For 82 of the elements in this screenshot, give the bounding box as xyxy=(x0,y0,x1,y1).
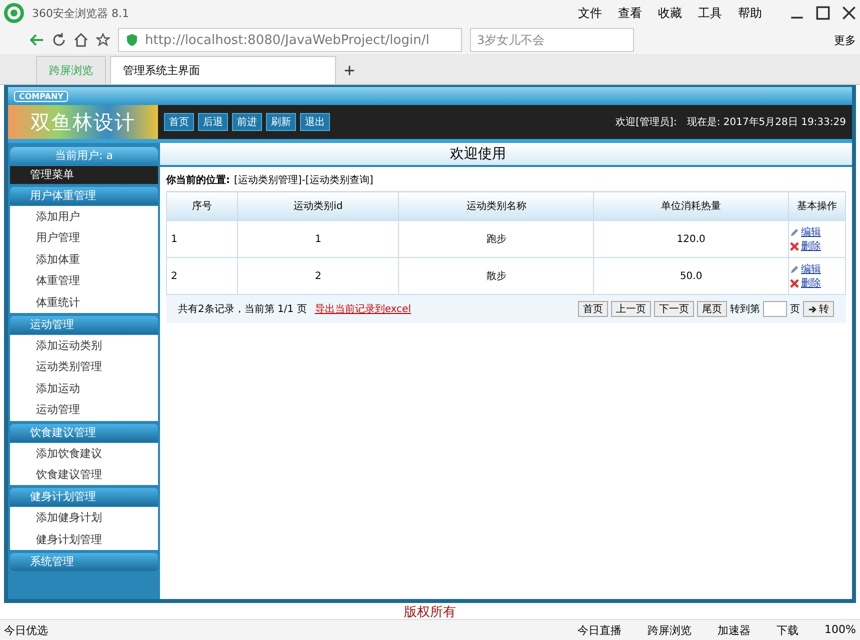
menu-item[interactable]: 添加用户 xyxy=(10,206,158,228)
search-field[interactable]: 3岁女儿不会 xyxy=(470,28,634,52)
location-path: [运动类别管理]-[运动类别查询] xyxy=(234,174,374,187)
location-label: 你当前的位置: xyxy=(166,174,230,187)
column-header: 基本操作 xyxy=(788,192,846,220)
nav-button[interactable]: 刷新 xyxy=(266,113,296,131)
menu-item[interactable]: 用户管理 xyxy=(10,227,158,249)
menu-item[interactable]: 运动类别管理 xyxy=(10,356,158,378)
cross-icon xyxy=(790,278,799,288)
company-label: COMPANY xyxy=(14,90,68,102)
nav-button[interactable]: 退出 xyxy=(300,113,330,131)
status-item[interactable]: 今日直播 xyxy=(578,622,622,638)
nav-button[interactable]: 后退 xyxy=(198,113,228,131)
date-time: 现在是: 2017年5月28日 19:33:29 xyxy=(686,116,846,129)
arrow-icon xyxy=(808,304,817,314)
menu-item[interactable]: 添加体重 xyxy=(10,248,158,270)
page-input[interactable] xyxy=(763,301,787,317)
pencil-icon xyxy=(790,264,799,274)
reload-icon[interactable] xyxy=(52,33,66,47)
table-cell: 120.0 xyxy=(594,220,788,258)
pager-button[interactable]: 首页 xyxy=(578,301,608,317)
welcome-banner: 欢迎使用 xyxy=(160,143,852,167)
home-icon[interactable] xyxy=(74,33,88,47)
new-tab-icon[interactable] xyxy=(344,65,355,76)
current-user-bar: 当前用户: a xyxy=(10,147,158,165)
column-header: 运动类别id xyxy=(238,192,399,220)
column-header: 单位消耗热量 xyxy=(594,192,788,220)
site-logo: 双鱼林设计 xyxy=(8,105,158,139)
zoom-level[interactable]: 100% xyxy=(824,622,856,638)
nav-button[interactable]: 前进 xyxy=(232,113,262,131)
menu-item[interactable]: 查看 xyxy=(618,4,642,22)
menu-item[interactable]: 添加运动 xyxy=(10,378,158,400)
menu-item[interactable]: 运动管理 xyxy=(10,399,158,421)
pager-button[interactable]: 下一页 xyxy=(654,301,694,317)
column-header: 序号 xyxy=(166,192,238,220)
table-cell: 跑步 xyxy=(398,220,594,258)
menu-item[interactable]: 饮食建议管理 xyxy=(10,464,158,486)
record-summary: 共有2条记录，当前第 1/1 页 xyxy=(178,302,307,316)
copyright-text: 版权所有 xyxy=(403,604,457,619)
menu-item[interactable]: 添加运动类别 xyxy=(10,334,158,356)
maximize-icon[interactable] xyxy=(816,6,830,20)
status-text[interactable]: 今日优选 xyxy=(4,622,48,638)
browser-tab[interactable]: 管理系统主界面 xyxy=(110,56,336,84)
menu-item[interactable]: 添加健身计划 xyxy=(10,507,158,529)
pager-button[interactable]: 尾页 xyxy=(697,301,727,317)
menu-group-header[interactable]: 运动管理 xyxy=(10,316,158,334)
browser-logo-icon xyxy=(4,3,24,23)
status-item[interactable]: 下载 xyxy=(776,622,799,638)
close-icon[interactable] xyxy=(842,6,856,20)
menu-title: 管理菜单 xyxy=(10,166,158,184)
cross-icon xyxy=(790,242,799,250)
table-cell: 1 xyxy=(238,220,399,258)
menu-item[interactable]: 文件 xyxy=(578,4,602,22)
menu-item[interactable]: 体重管理 xyxy=(10,270,158,292)
browser-title: 360安全浏览器 8.1 xyxy=(32,6,129,20)
goto-label: 转到第 xyxy=(730,303,760,316)
menu-item[interactable]: 收藏 xyxy=(658,4,682,22)
menu-item[interactable]: 添加饮食建议 xyxy=(10,442,158,464)
nav-button[interactable]: 首页 xyxy=(164,113,194,131)
address-field[interactable]: http://localhost:8080/JavaWebProject/login/l xyxy=(118,28,462,52)
menu-item[interactable]: 帮助 xyxy=(738,4,762,22)
status-item[interactable]: 跨屏浏览 xyxy=(648,622,692,638)
action-link[interactable]: 删除 xyxy=(801,239,821,253)
menu-item[interactable]: 健身计划管理 xyxy=(10,528,158,550)
menu-item[interactable]: 体重统计 xyxy=(10,292,158,313)
pager-button[interactable]: 上一页 xyxy=(611,301,651,317)
column-header: 运动类别名称 xyxy=(398,192,594,220)
status-item[interactable]: 加速器 xyxy=(718,622,751,638)
menu-item[interactable]: 工具 xyxy=(698,4,722,22)
page-label: 页 xyxy=(790,303,800,316)
action-link[interactable]: 编辑 xyxy=(801,225,821,239)
table-cell: 1 xyxy=(166,220,238,258)
export-link[interactable]: 导出当前记录到excel xyxy=(314,302,411,316)
action-link[interactable]: 编辑 xyxy=(801,262,821,276)
shield-icon xyxy=(125,33,139,47)
pencil-icon xyxy=(790,228,799,236)
star-icon[interactable] xyxy=(96,33,110,47)
action-link[interactable]: 删除 xyxy=(801,276,821,290)
welcome-text: 欢迎[管理员]: xyxy=(616,116,677,129)
more-button[interactable]: 更多 xyxy=(834,32,856,48)
go-button[interactable]: 转 xyxy=(803,301,834,317)
back-icon[interactable] xyxy=(30,33,44,47)
